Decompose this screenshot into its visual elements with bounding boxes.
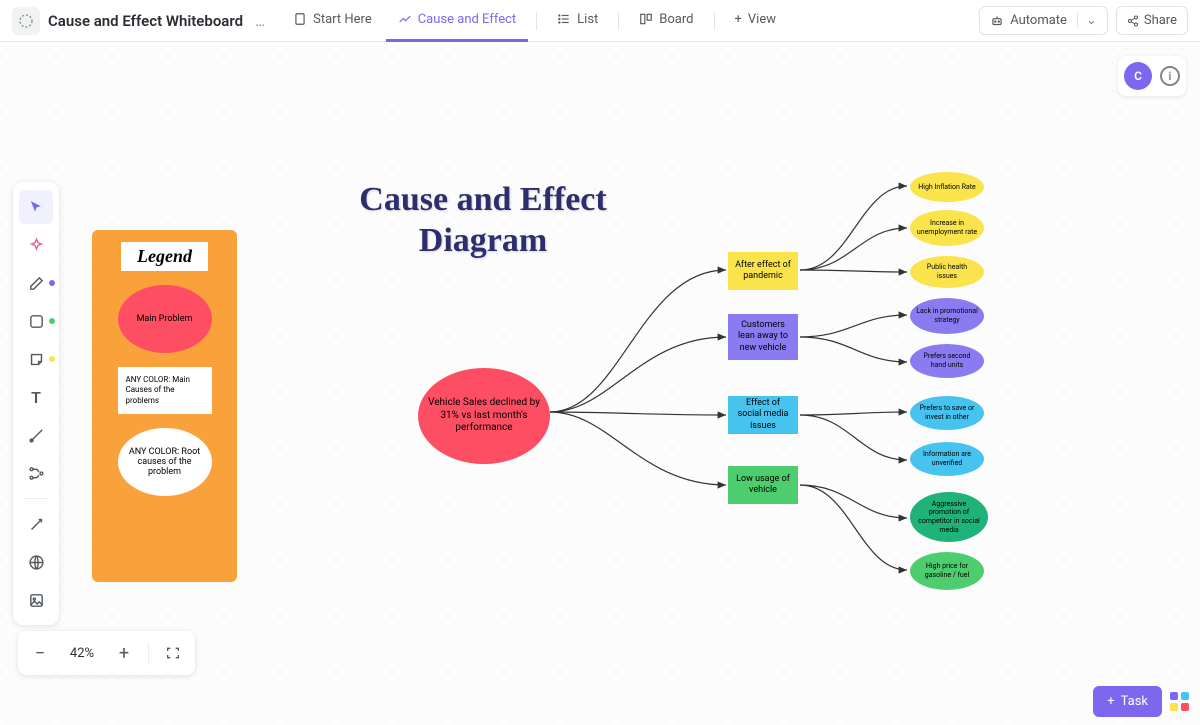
separator xyxy=(23,498,49,499)
zoom-out-button[interactable]: − xyxy=(24,637,56,669)
tab-start-here[interactable]: Start Here xyxy=(281,0,384,42)
tab-label: Cause and Effect xyxy=(418,12,516,27)
share-icon xyxy=(1127,15,1139,27)
task-label: Task xyxy=(1121,694,1148,709)
tab-label: Start Here xyxy=(313,12,372,27)
info-icon[interactable]: i xyxy=(1160,66,1180,86)
robot-icon xyxy=(990,14,1004,28)
magic-tool[interactable] xyxy=(19,507,53,541)
root-node[interactable]: Aggressive promotion of competitor in so… xyxy=(910,492,988,542)
legend-main-causes: ANY COLOR: Main Causes of the problems xyxy=(118,367,212,414)
select-tool[interactable] xyxy=(19,190,53,224)
apps-button[interactable] xyxy=(1170,692,1190,712)
root-node[interactable]: High Inflation Rate xyxy=(910,172,984,202)
chevron-down-icon[interactable]: ⌄ xyxy=(1077,13,1097,28)
cause-node[interactable]: Customers lean away to new vehicle xyxy=(728,314,798,360)
cause-node[interactable]: After effect of pandemic xyxy=(728,252,798,290)
root-node[interactable]: Prefers to save or invest in other xyxy=(910,396,984,430)
root-node[interactable]: Public health issues xyxy=(910,256,984,288)
tab-add-view[interactable]: + View xyxy=(723,0,789,42)
board-icon xyxy=(639,12,653,26)
root-node[interactable]: Prefers second hand units xyxy=(910,344,984,378)
view-tabs: Start Here Cause and Effect List Board +… xyxy=(281,0,788,42)
tab-label: View xyxy=(748,12,776,27)
more-icon[interactable]: … xyxy=(251,12,269,30)
automate-button[interactable]: Automate ⌄ xyxy=(979,6,1108,35)
separator xyxy=(536,12,537,30)
bottom-actions: + Task xyxy=(1093,686,1190,717)
ai-tool[interactable] xyxy=(19,228,53,262)
separator xyxy=(148,642,149,664)
automate-label: Automate xyxy=(1010,13,1067,28)
doc-icon[interactable] xyxy=(12,7,40,35)
zoom-controls: − 42% + xyxy=(18,631,195,675)
root-node[interactable]: Information are unverified xyxy=(910,442,984,476)
tab-label: Board xyxy=(659,12,693,27)
tab-cause-effect[interactable]: Cause and Effect xyxy=(386,0,528,42)
cause-node[interactable]: Effect of social media issues xyxy=(728,396,798,434)
tab-label: List xyxy=(577,12,598,27)
shape-tool[interactable] xyxy=(19,304,53,338)
cause-node[interactable]: Low usage of vehicle xyxy=(728,466,798,504)
zoom-value[interactable]: 42% xyxy=(64,646,100,661)
mindmap-tool[interactable] xyxy=(19,456,53,490)
connector-tool[interactable] xyxy=(19,418,53,452)
text-tool[interactable]: T xyxy=(19,380,53,414)
web-tool[interactable] xyxy=(19,545,53,579)
share-label: Share xyxy=(1144,13,1177,28)
legend-root-causes: ANY COLOR: Root causes of the problem xyxy=(118,428,212,496)
tool-palette: T xyxy=(13,182,59,625)
tab-board[interactable]: Board xyxy=(627,0,705,42)
top-bar: Cause and Effect Whiteboard … Start Here… xyxy=(0,0,1200,42)
whiteboard-canvas[interactable]: C i T Legend Main Problem ANY COLOR: Mai… xyxy=(0,42,1200,725)
legend-main-problem: Main Problem xyxy=(118,285,212,353)
zoom-in-button[interactable]: + xyxy=(108,637,140,669)
separator xyxy=(714,12,715,30)
list-icon xyxy=(557,12,571,26)
root-node[interactable]: Lack in promotional strategy xyxy=(910,298,984,334)
document-title[interactable]: Cause and Effect Whiteboard xyxy=(48,12,243,30)
plus-icon: + xyxy=(735,12,742,27)
presence-panel: C i xyxy=(1118,56,1186,96)
sticky-tool[interactable] xyxy=(19,342,53,376)
legend-card[interactable]: Legend Main Problem ANY COLOR: Main Caus… xyxy=(92,230,237,582)
pen-tool[interactable] xyxy=(19,266,53,300)
image-tool[interactable] xyxy=(19,583,53,617)
legend-title: Legend xyxy=(121,242,208,271)
share-button[interactable]: Share xyxy=(1116,6,1188,35)
diagram-title[interactable]: Cause and Effect Diagram xyxy=(338,180,628,262)
problem-node[interactable]: Vehicle Sales declined by 31% vs last mo… xyxy=(418,368,550,464)
document-icon xyxy=(293,12,307,26)
separator xyxy=(618,12,619,30)
whiteboard-icon xyxy=(398,12,412,26)
tab-list[interactable]: List xyxy=(545,0,610,42)
root-node[interactable]: Increase in unemployment rate xyxy=(910,210,984,246)
plus-icon: + xyxy=(1107,694,1114,709)
root-node[interactable]: High price for gasoline / fuel xyxy=(910,552,984,590)
task-button[interactable]: + Task xyxy=(1093,686,1162,717)
fit-screen-button[interactable] xyxy=(157,637,189,669)
user-avatar[interactable]: C xyxy=(1124,62,1152,90)
